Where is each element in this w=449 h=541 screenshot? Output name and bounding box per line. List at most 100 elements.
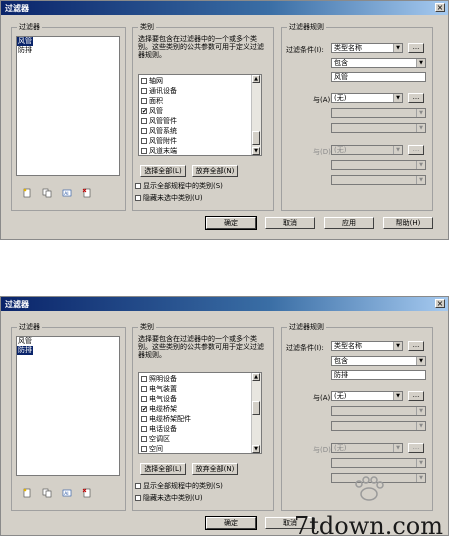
chevron-down-icon[interactable]: ▼ bbox=[416, 59, 425, 67]
condition-value-input[interactable]: 防排 bbox=[331, 370, 426, 380]
new-filter-icon[interactable] bbox=[22, 488, 32, 498]
hide-unchecked-label: 隐藏未选中类别(U) bbox=[143, 493, 203, 502]
category-checkbox[interactable] bbox=[141, 385, 147, 392]
copy-filter-icon[interactable] bbox=[42, 488, 52, 498]
close-button[interactable]: × bbox=[435, 3, 445, 12]
category-checkbox[interactable] bbox=[141, 117, 147, 124]
and-param-select-1[interactable]: (无) ▼ bbox=[331, 93, 403, 103]
scroll-up-icon[interactable]: ▲ bbox=[252, 373, 260, 381]
categories-scrollbar[interactable]: ▲ ▼ bbox=[251, 75, 261, 155]
category-item[interactable]: 空间 bbox=[141, 444, 163, 453]
category-label: 风管系统 bbox=[149, 126, 177, 135]
and-more-button-1[interactable]: ... bbox=[408, 391, 424, 401]
and-more-button-2: ... bbox=[408, 145, 424, 155]
category-item[interactable]: 风管系统 bbox=[141, 126, 177, 135]
category-item[interactable]: 风道末端 bbox=[141, 146, 177, 155]
chevron-down-icon[interactable]: ▼ bbox=[393, 342, 402, 350]
category-checkbox[interactable] bbox=[141, 435, 147, 442]
rename-filter-icon[interactable]: AI bbox=[62, 188, 72, 198]
category-checkbox[interactable] bbox=[141, 415, 147, 422]
category-item[interactable]: 风管附件 bbox=[141, 136, 177, 145]
category-checkbox[interactable] bbox=[141, 425, 147, 432]
scroll-up-icon[interactable]: ▲ bbox=[252, 75, 260, 83]
condition-param-select[interactable]: 类型名称 ▼ bbox=[331, 43, 403, 53]
category-checkbox[interactable] bbox=[141, 97, 147, 104]
ok-button[interactable]: 确定 bbox=[205, 216, 257, 230]
and-param-select-1[interactable]: (无) ▼ bbox=[331, 391, 403, 401]
condition-param-select[interactable]: 类型名称 ▼ bbox=[331, 341, 403, 351]
chevron-down-icon[interactable]: ▼ bbox=[393, 44, 402, 52]
filters-group: 过滤器 风管 防排 AI bbox=[11, 22, 126, 211]
category-item[interactable]: ✔ 电缆桥架 bbox=[141, 404, 177, 413]
rename-filter-icon[interactable]: AI bbox=[62, 488, 72, 498]
category-item[interactable]: 电气设备 bbox=[141, 394, 177, 403]
new-filter-icon[interactable] bbox=[22, 188, 32, 198]
and-label-1: 与(A): bbox=[313, 394, 333, 402]
help-button[interactable]: 帮助(H) bbox=[383, 217, 433, 229]
scroll-down-icon[interactable]: ▼ bbox=[252, 147, 260, 155]
show-all-checkbox[interactable] bbox=[135, 182, 141, 189]
categories-scrollbar[interactable]: ▲ ▼ bbox=[251, 373, 261, 453]
apply-button[interactable]: 应用 bbox=[324, 217, 374, 229]
category-checkbox[interactable] bbox=[141, 137, 147, 144]
category-checkbox-checked[interactable]: ✔ bbox=[141, 405, 147, 412]
scroll-down-icon[interactable]: ▼ bbox=[252, 445, 260, 453]
category-item[interactable]: 电气装置 bbox=[141, 384, 177, 393]
hide-unchecked-checkbox[interactable] bbox=[135, 494, 141, 501]
filters-list[interactable]: 风管 防排 bbox=[16, 36, 120, 176]
category-item[interactable]: 通讯设备 bbox=[141, 86, 177, 95]
category-item[interactable]: 电话设备 bbox=[141, 424, 177, 433]
category-item[interactable]: 电缆桥架配件 bbox=[141, 414, 191, 423]
category-checkbox-checked[interactable]: ✔ bbox=[141, 107, 147, 114]
filters-list[interactable]: 风管 防排 bbox=[16, 336, 120, 476]
filter-item-smoke[interactable]: 防排 bbox=[17, 46, 33, 55]
category-item[interactable]: 轴网 bbox=[141, 76, 163, 85]
categories-list[interactable]: 照明设备 电气装置 电气设备 ✔ 电缆桥架 电缆桥架配件 电话设备 空调区 空间 … bbox=[138, 372, 262, 454]
categories-list[interactable]: 轴网 通讯设备 面积 ✔ 风管 风管管件 风管系统 风管附件 风道末端 ▲ ▼ bbox=[138, 74, 262, 156]
select-all-button[interactable]: 选择全部(L) bbox=[140, 463, 186, 475]
ok-button[interactable]: 确定 bbox=[205, 516, 257, 530]
scroll-thumb[interactable] bbox=[252, 131, 260, 145]
select-all-button[interactable]: 选择全部(L) bbox=[140, 165, 186, 177]
condition-operator-select[interactable]: 包含 ▼ bbox=[331, 356, 426, 366]
category-item[interactable]: 照明设备 bbox=[141, 374, 177, 383]
chevron-down-icon[interactable]: ▼ bbox=[416, 357, 425, 365]
scroll-thumb[interactable] bbox=[252, 401, 260, 415]
copy-filter-icon[interactable] bbox=[42, 188, 52, 198]
condition-label: 过滤条件(I): bbox=[286, 46, 324, 54]
category-checkbox[interactable] bbox=[141, 127, 147, 134]
condition-value-input[interactable]: 风管 bbox=[331, 72, 426, 82]
show-all-option[interactable]: 显示全部规程中的类别(S) bbox=[135, 181, 223, 190]
category-checkbox[interactable] bbox=[141, 87, 147, 94]
condition-operator-select[interactable]: 包含 ▼ bbox=[331, 58, 426, 68]
delete-filter-icon[interactable] bbox=[82, 188, 92, 198]
close-button[interactable]: × bbox=[435, 299, 445, 308]
category-checkbox[interactable] bbox=[141, 147, 147, 154]
filter-item-duct[interactable]: 风管 bbox=[17, 37, 33, 46]
filter-item-smoke[interactable]: 防排 bbox=[17, 346, 33, 355]
category-checkbox[interactable] bbox=[141, 375, 147, 382]
chevron-down-icon[interactable]: ▼ bbox=[393, 392, 402, 400]
cancel-button[interactable]: 取消 bbox=[265, 217, 315, 229]
param-more-button[interactable]: ... bbox=[408, 341, 424, 351]
category-item[interactable]: ✔ 风管 bbox=[141, 106, 163, 115]
category-checkbox[interactable] bbox=[141, 77, 147, 84]
dialog-title: 过滤器 bbox=[5, 4, 29, 13]
and-more-button-1[interactable]: ... bbox=[408, 93, 424, 103]
hide-unchecked-option[interactable]: 隐藏未选中类别(U) bbox=[135, 493, 203, 502]
category-checkbox[interactable] bbox=[141, 445, 147, 452]
category-item[interactable]: 风管管件 bbox=[141, 116, 177, 125]
category-checkbox[interactable] bbox=[141, 395, 147, 402]
filter-item-duct[interactable]: 风管 bbox=[17, 337, 33, 346]
show-all-checkbox[interactable] bbox=[135, 482, 141, 489]
param-more-button[interactable]: ... bbox=[408, 43, 424, 53]
hide-unchecked-checkbox[interactable] bbox=[135, 194, 141, 201]
deselect-all-button[interactable]: 放弃全部(N) bbox=[192, 463, 238, 475]
chevron-down-icon[interactable]: ▼ bbox=[393, 94, 402, 102]
hide-unchecked-option[interactable]: 隐藏未选中类别(U) bbox=[135, 193, 203, 202]
category-item[interactable]: 面积 bbox=[141, 96, 163, 105]
category-item[interactable]: 空调区 bbox=[141, 434, 170, 443]
show-all-option[interactable]: 显示全部规程中的类别(S) bbox=[135, 481, 223, 490]
deselect-all-button[interactable]: 放弃全部(N) bbox=[192, 165, 238, 177]
delete-filter-icon[interactable] bbox=[82, 488, 92, 498]
